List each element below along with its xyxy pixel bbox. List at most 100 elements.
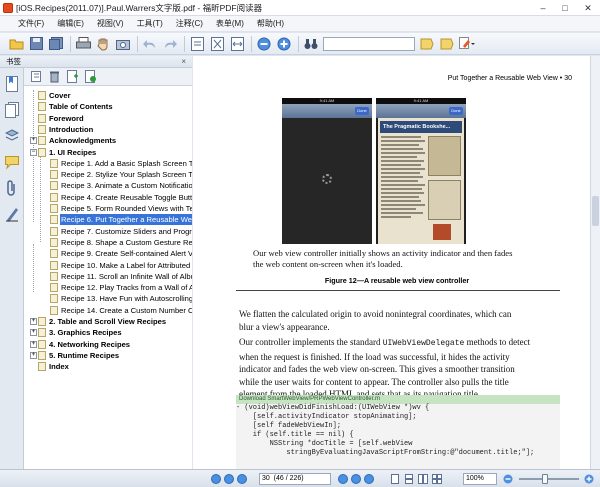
zoom-in-small-icon[interactable] xyxy=(584,474,594,484)
bookmarks-title: 书签 xyxy=(6,57,21,66)
last-page-button[interactable] xyxy=(351,474,361,484)
print-icon[interactable] xyxy=(75,36,91,52)
maximize-button[interactable]: □ xyxy=(554,0,576,16)
fit-page-icon[interactable] xyxy=(209,36,225,52)
find-binoculars-icon[interactable] xyxy=(303,36,319,52)
bookmark-subitem[interactable]: Recipe 6. Put Together a Reusable Web xyxy=(24,214,192,226)
menu-file[interactable]: 文件(F) xyxy=(18,18,44,29)
attachments-tab-icon[interactable] xyxy=(5,180,19,196)
expand-icon[interactable]: + xyxy=(30,340,37,348)
bookmarks-panel: 书签 × Cover Table of Contents Foreword Intro… xyxy=(0,56,192,469)
screenshot-loaded: 9:41 AM Done The Pragmatic Bookshe... xyxy=(376,98,466,244)
actual-size-icon[interactable] xyxy=(189,36,205,52)
first-page-button[interactable] xyxy=(211,474,221,484)
bookmark-item[interactable]: Table of Contents xyxy=(24,101,192,112)
close-panel-button[interactable]: × xyxy=(181,56,186,68)
bookmark-subitem[interactable]: Recipe 11. Scroll an Infinite Wall of Al… xyxy=(24,271,192,282)
bookmark-subitem[interactable]: Recipe 3. Animate a Custom Notification xyxy=(24,180,192,191)
bookmark-subitem[interactable]: Recipe 8. Shape a Custom Gesture Recc xyxy=(24,237,192,248)
paragraph-2: Our controller implements the standard U… xyxy=(239,336,530,401)
find-next-icon[interactable] xyxy=(439,36,455,52)
expand-icon[interactable]: + xyxy=(30,318,37,325)
single-page-icon[interactable] xyxy=(390,474,400,484)
open-folder-icon[interactable] xyxy=(8,36,24,52)
expand-icon[interactable]: + xyxy=(30,137,37,145)
bookmark-properties-icon[interactable] xyxy=(84,70,97,83)
search-input[interactable] xyxy=(323,36,415,51)
bookmark-subitem[interactable]: Recipe 4. Create Reusable Toggle Butto xyxy=(24,192,192,203)
bookmark-item[interactable]: +3. Graphics Recipes xyxy=(24,327,192,338)
delete-bookmark-icon[interactable] xyxy=(48,70,61,83)
bookmark-subitem[interactable]: Recipe 1. Add a Basic Splash Screen Tra xyxy=(24,158,192,169)
next-page-button[interactable] xyxy=(237,474,247,484)
redo-icon[interactable] xyxy=(162,36,178,52)
zoom-slider-handle[interactable] xyxy=(542,474,548,484)
layers-tab-icon[interactable] xyxy=(4,128,20,144)
bookmark-page-icon xyxy=(50,215,58,225)
new-bookmark-icon[interactable] xyxy=(66,70,79,83)
bookmark-item[interactable]: +4. Networking Recipes xyxy=(24,339,192,350)
bookmark-subitem[interactable]: Recipe 9. Create Self-contained Alert V xyxy=(24,248,192,259)
vertical-scrollbar[interactable] xyxy=(590,56,600,469)
hand-tool-icon[interactable] xyxy=(95,36,111,52)
find-previous-icon[interactable] xyxy=(419,36,435,52)
signatures-tab-icon[interactable] xyxy=(5,206,19,222)
zoom-out-small-icon[interactable] xyxy=(503,474,513,484)
facing-pages-icon[interactable] xyxy=(418,474,428,484)
bookmark-page-icon xyxy=(50,192,58,202)
bookmark-item[interactable]: Introduction xyxy=(24,124,192,135)
previous-page-button[interactable] xyxy=(224,474,234,484)
bookmark-subitem[interactable]: Recipe 5. Form Rounded Views with Te xyxy=(24,203,192,214)
save-all-icon[interactable] xyxy=(48,36,64,52)
code-download-link[interactable]: Download SmartWebView/PRPWebViewControll… xyxy=(236,395,560,404)
comments-tab-icon[interactable] xyxy=(5,154,19,170)
zoom-in-icon[interactable] xyxy=(276,36,292,52)
bookmark-subitem[interactable]: Recipe 12. Play Tracks from a Wall of Al xyxy=(24,282,192,293)
menu-tools[interactable]: 工具(T) xyxy=(137,18,163,29)
next-page-button-right[interactable] xyxy=(338,474,348,484)
page-number-field[interactable]: 30 (46 / 226) xyxy=(259,473,331,485)
bookmark-subitem[interactable]: Recipe 13. Have Fun with Autoscrolling xyxy=(24,293,192,304)
fit-width-icon[interactable] xyxy=(229,36,245,52)
scrollbar-thumb[interactable] xyxy=(592,196,599,226)
bookmark-item[interactable]: +2. Table and Scroll View Recipes xyxy=(24,316,192,327)
highlight-dropdown-icon[interactable] xyxy=(459,36,475,52)
code-line: [self fadeWebViewIn]; xyxy=(236,422,342,430)
menu-view[interactable]: 视图(V) xyxy=(97,18,124,29)
continuous-page-icon[interactable] xyxy=(404,474,414,484)
bookmark-item[interactable]: Foreword xyxy=(24,113,192,124)
go-back-button[interactable] xyxy=(364,474,374,484)
zoom-level-field[interactable]: 100% xyxy=(463,473,497,485)
bookmark-label: Acknowledgments xyxy=(49,136,117,146)
pages-tab-icon[interactable] xyxy=(5,102,19,118)
close-button[interactable]: ✕ xyxy=(576,0,600,16)
document-view[interactable]: Put Together a Reusable Web View • 30 9:… xyxy=(193,56,600,469)
bookmarks-tab-icon[interactable] xyxy=(5,76,19,92)
expand-icon[interactable]: + xyxy=(30,329,37,337)
bookmark-item[interactable]: Index xyxy=(24,361,192,372)
toolbar-separator xyxy=(137,35,138,52)
undo-icon[interactable] xyxy=(142,36,158,52)
save-icon[interactable] xyxy=(28,36,44,52)
bookmark-item[interactable]: +5. Runtime Recipes xyxy=(24,350,192,361)
expand-icon[interactable]: + xyxy=(30,351,37,359)
menu-comments[interactable]: 注释(C) xyxy=(176,18,203,29)
menu-forms[interactable]: 表单(M) xyxy=(216,18,244,29)
collapse-icon[interactable]: − xyxy=(30,148,37,156)
bookmark-subitem[interactable]: Recipe 10. Make a Label for Attributed S xyxy=(24,260,192,271)
bookmark-item[interactable]: + Acknowledgments xyxy=(24,135,192,146)
snapshot-icon[interactable] xyxy=(115,36,131,52)
bookmark-subitem[interactable]: Recipe 14. Create a Custom Number Co xyxy=(24,305,192,316)
zoom-out-icon[interactable] xyxy=(256,36,272,52)
bookmark-subitem[interactable]: Recipe 2. Stylize Your Splash Screen Tra xyxy=(24,169,192,180)
bookmark-item[interactable]: Cover xyxy=(24,90,192,101)
minimize-button[interactable]: – xyxy=(532,0,554,16)
menu-edit[interactable]: 编辑(E) xyxy=(57,18,84,29)
menu-help[interactable]: 帮助(H) xyxy=(257,18,284,29)
zoom-slider-track[interactable] xyxy=(519,478,579,480)
continuous-facing-icon[interactable] xyxy=(432,474,442,484)
bookmark-item[interactable]: − 1. UI Recipes xyxy=(24,147,192,158)
bookmark-subitem[interactable]: Recipe 7. Customize Sliders and Progres xyxy=(24,226,192,237)
code-line: - (void)webViewDidFinishLoad:(UIWebView … xyxy=(236,404,430,412)
expand-bookmark-icon[interactable] xyxy=(30,70,43,83)
